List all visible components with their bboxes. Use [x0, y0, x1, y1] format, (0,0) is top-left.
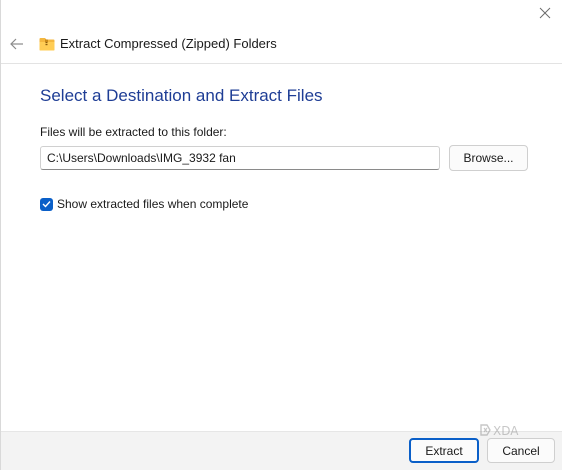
close-icon	[539, 7, 551, 19]
dialog-header: Extract Compressed (Zipped) Folders	[1, 30, 562, 60]
destination-path-input[interactable]	[40, 146, 440, 170]
show-files-label: Show extracted files when complete	[57, 197, 249, 211]
svg-text:XDA: XDA	[493, 424, 519, 438]
page-heading: Select a Destination and Extract Files	[40, 86, 323, 105]
close-button[interactable]	[534, 2, 556, 24]
cancel-button[interactable]: Cancel	[487, 438, 555, 463]
destination-label: Files will be extracted to this folder:	[40, 125, 227, 139]
extract-button[interactable]: Extract	[409, 438, 479, 463]
browse-button[interactable]: Browse...	[449, 145, 528, 171]
show-files-checkbox[interactable]	[40, 197, 53, 211]
back-arrow-icon	[10, 38, 23, 50]
checkmark-icon	[42, 201, 51, 208]
extract-dialog-window: Extract Compressed (Zipped) Folders Sele…	[0, 0, 562, 470]
xda-watermark-logo: XDA	[480, 424, 519, 438]
header-divider	[1, 63, 562, 64]
back-button[interactable]	[7, 34, 27, 54]
zipped-folder-icon	[39, 38, 55, 51]
dialog-title: Extract Compressed (Zipped) Folders	[60, 36, 277, 51]
show-files-option[interactable]: Show extracted files when complete	[40, 196, 248, 212]
